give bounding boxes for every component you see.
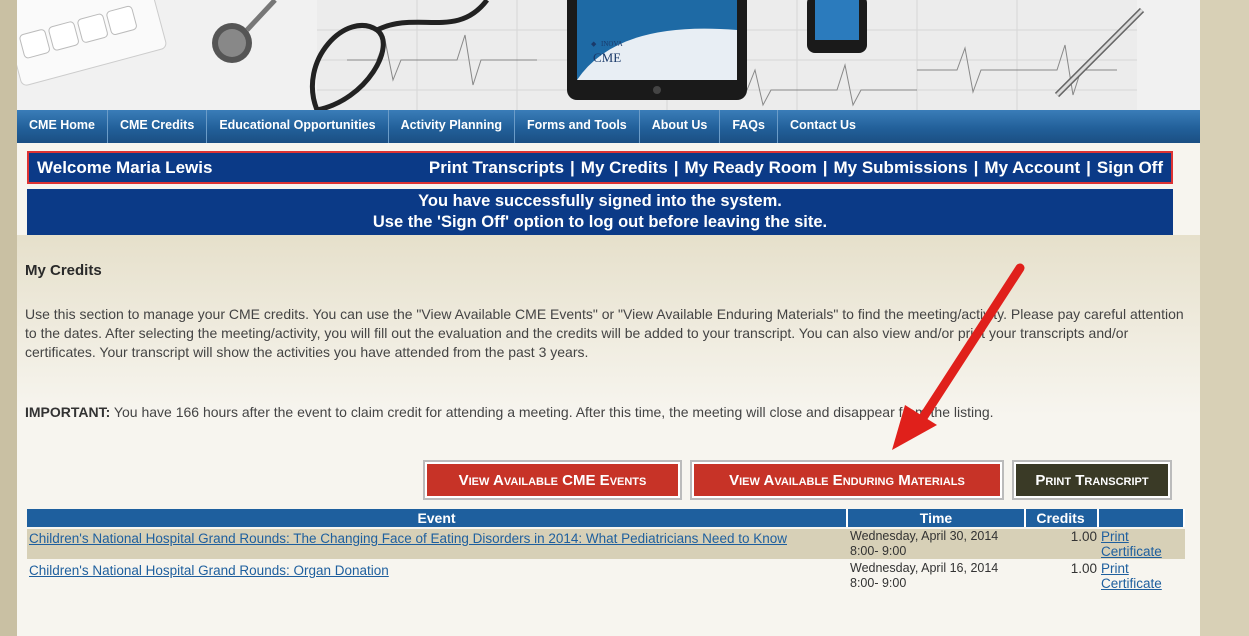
link-separator: | — [822, 157, 828, 177]
nav-forms-and-tools[interactable]: Forms and Tools — [515, 110, 640, 143]
print-certificate-link[interactable]: Print Certificate — [1101, 529, 1162, 559]
nav-activity-planning[interactable]: Activity Planning — [389, 110, 515, 143]
credit-value: 1.00 — [1070, 529, 1097, 544]
table-row: Children's National Hospital Grand Round… — [27, 561, 1185, 591]
svg-text:◆: ◆ — [591, 40, 597, 48]
header-banner: ◆ INOVA CME — [17, 0, 1200, 110]
nav-cme-home[interactable]: CME Home — [17, 110, 108, 143]
my-submissions-link[interactable]: My Submissions — [834, 158, 968, 177]
header-illustration: ◆ INOVA CME — [17, 0, 1145, 110]
header-event: Event — [27, 509, 848, 527]
svg-text:INOVA: INOVA — [601, 40, 623, 48]
event-date: Wednesday, April 16, 2014 — [850, 561, 999, 575]
account-links: Print Transcripts | My Credits | My Ready Ro… — [429, 158, 1163, 178]
nav-educational-opportunities[interactable]: Educational Opportunities — [207, 110, 389, 143]
success-message: You have successfully signed into the sy… — [27, 189, 1173, 235]
welcome-bar: Welcome Maria Lewis Print Transcripts | My… — [27, 151, 1173, 184]
header-time: Time — [848, 509, 1026, 527]
view-cme-events-button[interactable]: View Available CME Events — [423, 460, 682, 500]
print-transcripts-link[interactable]: Print Transcripts — [429, 158, 564, 177]
event-time: 8:00- 9:00 — [850, 544, 907, 558]
nav-cme-credits[interactable]: CME Credits — [108, 110, 208, 143]
nav-faqs[interactable]: FAQs — [720, 110, 778, 143]
important-label: IMPORTANT: — [25, 404, 111, 420]
my-ready-room-link[interactable]: My Ready Room — [684, 158, 816, 177]
welcome-greeting: Welcome Maria Lewis — [37, 157, 213, 177]
nav-contact-us[interactable]: Contact Us — [778, 110, 868, 143]
main-nav: CME Home CME Credits Educational Opportu… — [17, 110, 1200, 143]
print-certificate-link[interactable]: Print Certificate — [1101, 561, 1162, 591]
page-left-margin — [0, 0, 17, 636]
svg-text:CME: CME — [593, 50, 621, 65]
my-credits-link[interactable]: My Credits — [581, 158, 668, 177]
intro-paragraph: Use this section to manage your CME cred… — [25, 306, 1184, 360]
event-link[interactable]: Children's National Hospital Grand Round… — [29, 531, 787, 546]
table-row: Children's National Hospital Grand Round… — [27, 529, 1185, 559]
important-text: You have 166 hours after the event to cl… — [110, 404, 994, 420]
tablet-graphic: ◆ INOVA CME — [567, 0, 747, 100]
event-date: Wednesday, April 30, 2014 — [850, 529, 999, 543]
event-link[interactable]: Children's National Hospital Grand Round… — [29, 563, 389, 578]
header-action — [1099, 509, 1185, 527]
success-line-1: You have successfully signed into the sy… — [418, 192, 782, 210]
link-separator: | — [1086, 157, 1091, 177]
credit-value: 1.00 — [1070, 561, 1097, 576]
nav-about-us[interactable]: About Us — [640, 110, 721, 143]
credits-table: Event Time Credits Children's National H… — [27, 509, 1185, 591]
success-line-2: Use the 'Sign Off' option to log out bef… — [372, 213, 828, 231]
header-credits: Credits — [1026, 509, 1099, 527]
sign-off-link[interactable]: Sign Off — [1097, 158, 1163, 177]
page-right-margin — [1200, 0, 1249, 636]
page-container: ◆ INOVA CME CME Home CME Credits Educati… — [17, 0, 1200, 636]
view-enduring-materials-button[interactable]: View Available Enduring Materials — [690, 460, 1004, 500]
link-separator: | — [673, 157, 679, 177]
page-title: My Credits — [25, 262, 102, 279]
table-header: Event Time Credits — [27, 509, 1185, 527]
link-separator: | — [973, 157, 979, 177]
important-notice: IMPORTANT: You have 166 hours after the … — [25, 403, 1190, 422]
event-time: 8:00- 9:00 — [850, 576, 907, 590]
keyboard-graphic — [17, 0, 167, 86]
print-transcript-button[interactable]: Print Transcript — [1012, 460, 1172, 500]
my-account-link[interactable]: My Account — [984, 158, 1080, 177]
link-separator: | — [570, 157, 575, 177]
